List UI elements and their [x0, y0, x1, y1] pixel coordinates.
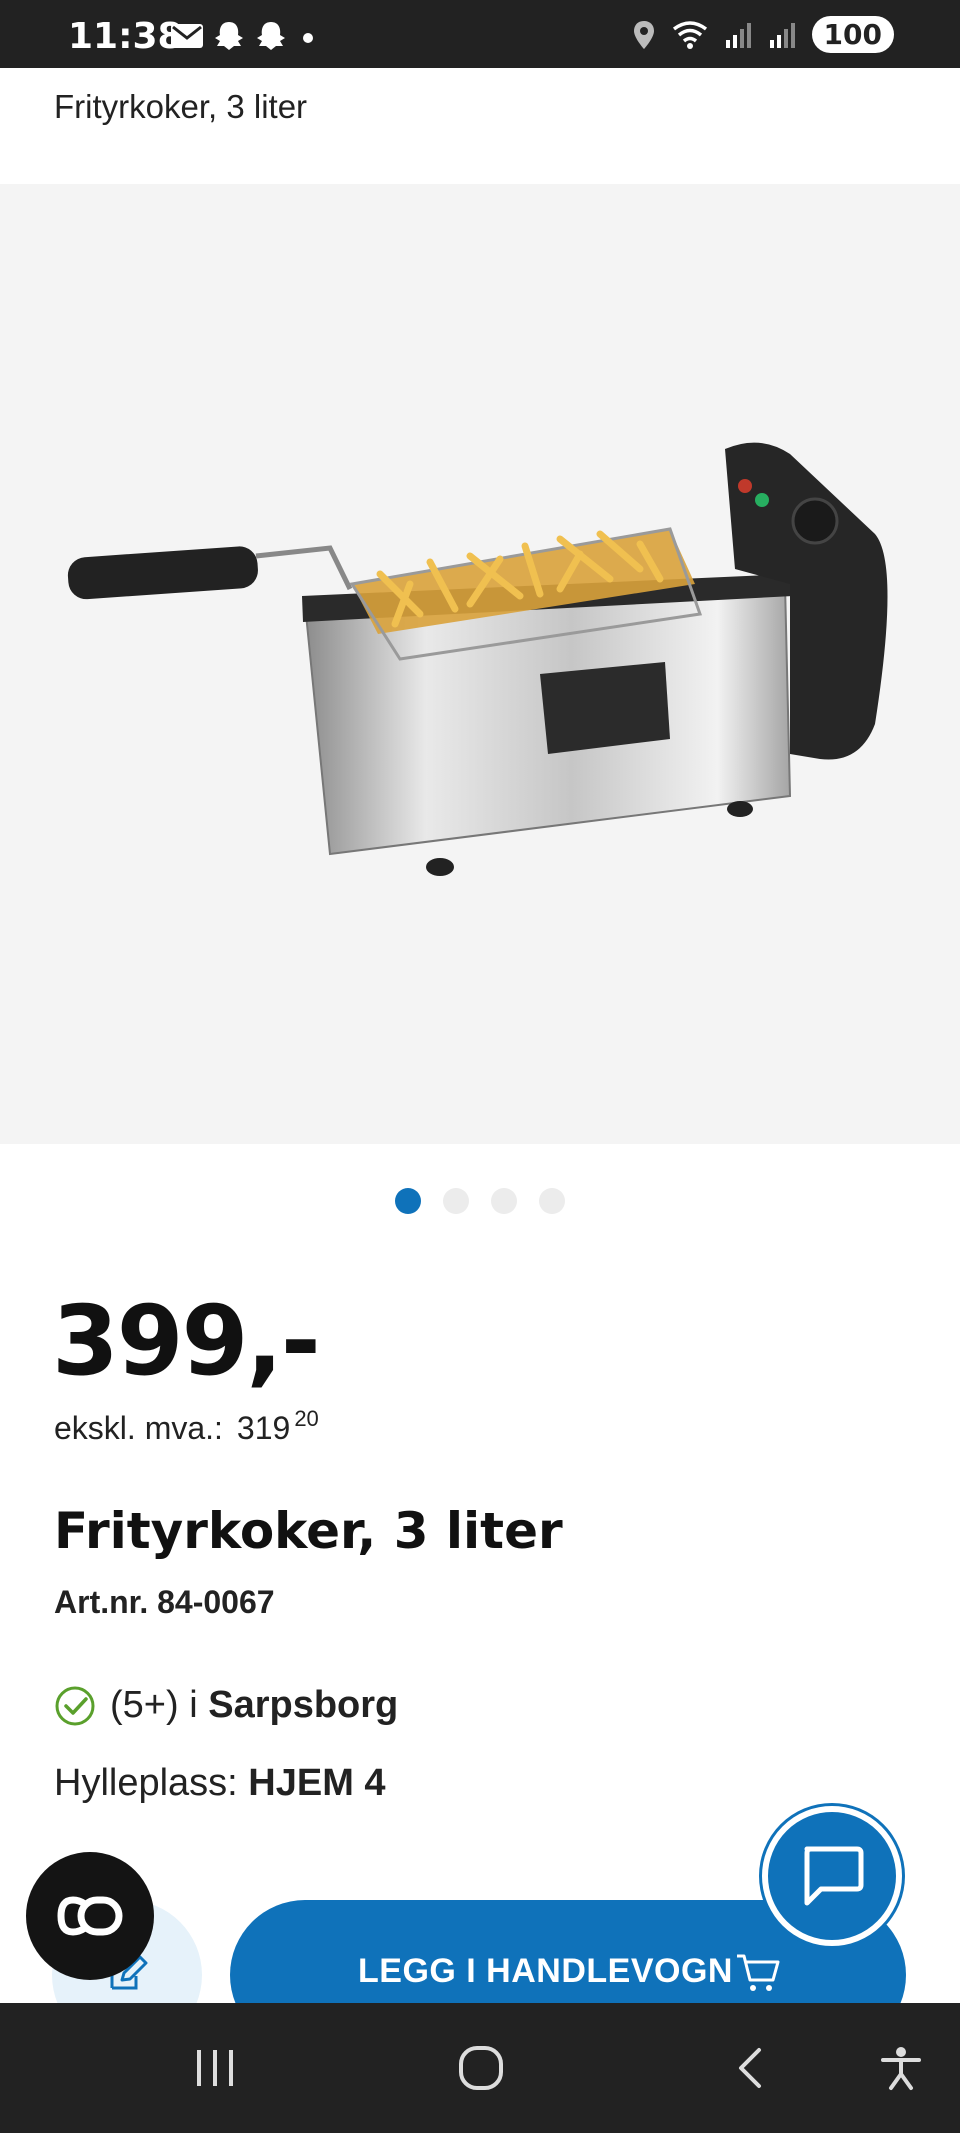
- product-price: 399,-: [52, 1285, 321, 1397]
- accessibility-icon: [881, 2047, 921, 2090]
- back-icon: [739, 2048, 761, 2088]
- home-icon: [459, 2046, 503, 2090]
- article-number: Art.nr. 84-0067: [54, 1584, 275, 1620]
- vat-ore: 20: [294, 1406, 319, 1431]
- dot-icon: [303, 33, 313, 43]
- chat-bubble-icon: [804, 1846, 864, 1906]
- product-name: Frityrkoker, 3 liter: [54, 1502, 563, 1560]
- check-circle-icon: [55, 1686, 95, 1725]
- stock-status[interactable]: (5+) i Sarpsborg: [54, 1684, 398, 1727]
- signal-icon: [769, 22, 795, 48]
- home-button[interactable]: [436, 2003, 526, 2133]
- stock-store: Sarpsborg: [208, 1684, 399, 1726]
- gallery-pagination: [0, 1188, 960, 1214]
- pagination-dot[interactable]: [491, 1188, 517, 1214]
- price-excl-vat: ekskl. mva.: 319 20: [54, 1406, 319, 1447]
- battery-indicator: 100: [811, 16, 894, 53]
- add-to-cart-label: LEGG I HANDLEVOGN: [358, 1952, 733, 1990]
- chat-button[interactable]: [762, 1806, 902, 1946]
- product-image-gallery[interactable]: [0, 184, 960, 1144]
- co-logo-icon: [57, 1896, 123, 1936]
- shelf-value: HJEM 4: [248, 1762, 386, 1804]
- co-floating-button[interactable]: [26, 1852, 154, 1980]
- system-icons: 100: [632, 16, 894, 53]
- recent-apps-button[interactable]: [170, 2003, 260, 2133]
- shelf-label: Hylleplass:: [54, 1762, 238, 1804]
- snapchat-icon: [215, 22, 243, 50]
- page-title: Frityrkoker, 3 liter: [54, 88, 308, 125]
- accessibility-button[interactable]: [856, 2003, 946, 2133]
- pagination-dot-active[interactable]: [395, 1188, 421, 1214]
- shopping-cart-icon: [737, 1954, 780, 1991]
- wifi-icon: [672, 20, 707, 49]
- stock-preposition: i: [189, 1684, 198, 1726]
- vat-label: ekskl. mva.:: [54, 1410, 223, 1446]
- system-navigation-bar: [0, 2003, 960, 2133]
- stock-count: (5+): [110, 1684, 179, 1726]
- status-time: 11:38: [68, 16, 183, 57]
- page-header: Frityrkoker, 3 liter: [0, 68, 960, 184]
- pagination-dot[interactable]: [539, 1188, 565, 1214]
- mail-icon: [171, 24, 203, 48]
- status-bar: 11:38 100: [0, 0, 960, 68]
- vat-kroner: 319: [236, 1410, 291, 1446]
- notification-icons: [170, 20, 320, 52]
- pagination-dot[interactable]: [443, 1188, 469, 1214]
- recent-apps-icon: [197, 2050, 233, 2086]
- shelf-location: Hylleplass: HJEM 4: [54, 1762, 386, 1805]
- deep-fryer-image: [67, 442, 888, 876]
- snapchat-icon: [257, 22, 285, 50]
- signal-icon: [725, 22, 751, 48]
- back-button[interactable]: [706, 2003, 796, 2133]
- location-icon: [633, 20, 654, 49]
